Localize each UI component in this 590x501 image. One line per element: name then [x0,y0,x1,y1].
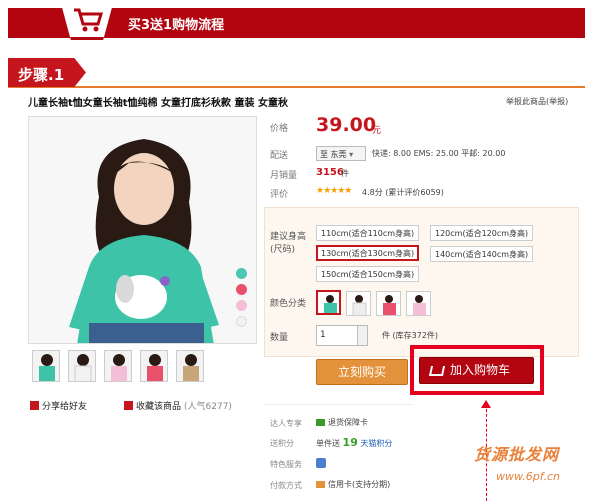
header-banner: 买3送1购物流程 [0,0,590,42]
product-title: 儿童长袖t恤女童长袖t恤纯棉 女童打底衫秋款 童装 女童秋 [28,98,289,109]
dot-white[interactable] [236,316,247,327]
watermark-url: www.6pf.cn [496,470,560,483]
rating-label: 评价 [270,190,289,200]
qty-unit: 件 [382,331,390,340]
sales-value: 3156 [316,167,344,178]
popularity-count: (人气6277) [184,402,232,412]
points-prefix: 单件送 [316,439,340,448]
size-sublabel: (尺码) [270,245,296,255]
rating-text[interactable]: 4.8分 (累计评价6059) [362,187,444,198]
sales-label: 月销量 [270,171,298,181]
shipping-destination-select[interactable]: 至 东莞 ▾ [316,146,366,161]
add-to-cart-label: 加入购物车 [450,363,511,377]
size-option-110[interactable]: 110cm(适合110cm身高) [316,225,420,241]
girl-photo [29,117,256,343]
step-divider [8,86,585,88]
quantity-input[interactable]: 1 [316,325,358,346]
services-divider [264,404,412,405]
cart-icon [428,365,446,376]
size-option-120[interactable]: 120cm(适合120cm身高) [430,225,534,241]
share-to-friend[interactable]: 分享给好友 [30,399,87,412]
shipping-destination: 至 东莞 [320,150,347,159]
color-option-teal[interactable] [316,290,341,315]
price-value: 39.00 [316,114,377,136]
expert-label: 达人专享 [270,419,302,428]
stock-info: 件 (库存372件) [382,330,438,341]
size-option-150[interactable]: 150cm(适合150cm身高) [316,266,420,282]
share-label: 分享给好友 [42,402,88,412]
points-value: 单件送 19 天猫积分 [316,436,392,449]
buy-now-button[interactable]: 立刻购买 [316,359,408,385]
special-service-icon[interactable] [316,458,329,469]
banner-title: 买3送1购物流程 [128,18,225,33]
qty-label: 数量 [270,333,289,343]
payment-value: 信用卡(支持分期) [316,479,390,490]
color-option-pink[interactable] [406,291,431,316]
thumbnail[interactable] [68,350,96,382]
dot-teal[interactable] [236,268,247,279]
payment-text: 信用卡(支持分期) [328,480,391,489]
stock-count: (库存372件) [392,331,439,340]
report-link[interactable]: 举报此商品(举报) [506,96,568,107]
size-option-140[interactable]: 140cm(适合140cm身高) [430,246,534,262]
main-product-image[interactable] [28,116,257,344]
dot-pink[interactable] [236,300,247,311]
thumbnail[interactable] [32,350,60,382]
payment-label: 付款方式 [270,481,302,490]
chevron-down-icon: ▾ [349,150,354,159]
price-unit: 元 [372,126,382,136]
size-option-130[interactable]: 130cm(适合130cm身高) [316,245,420,261]
step-label: 步骤.1 [18,66,65,84]
card-icon [316,419,325,426]
color-label: 颜色分类 [270,299,307,309]
thumbnail[interactable] [140,350,168,382]
quantity-stepper[interactable] [358,325,368,346]
shipping-label: 配送 [270,151,289,161]
thumbnail[interactable] [176,350,204,382]
rating-stars-icon: ★★★★★ [316,186,352,196]
expert-value: 退货保障卡 [316,417,368,428]
add-to-cart-button[interactable]: 加入购物车 [419,357,534,384]
thumbnail[interactable] [104,350,132,382]
color-option-red[interactable] [376,291,401,316]
credit-card-icon [316,481,325,488]
expert-text: 退货保障卡 [328,418,368,427]
dot-red[interactable] [236,284,247,295]
sales-unit: 件 [341,169,349,178]
points-label: 送积分 [270,439,294,448]
favorite-item[interactable]: 收藏该商品 (人气6277) [124,399,232,412]
shipping-fees: 快递: 8.00 EMS: 25.00 平邮: 20.00 [372,149,506,158]
price-label: 价格 [270,124,289,134]
special-service-label: 特色服务 [270,460,302,469]
points-number: 19 [342,436,358,449]
color-option-white[interactable] [346,291,371,316]
size-label: 建议身高 [270,232,307,242]
favorite-label: 收藏该商品 [136,402,182,412]
favorite-icon [124,401,133,410]
share-icon [30,401,39,410]
points-suffix[interactable]: 天猫积分 [360,439,392,448]
watermark-cn: 货源批发网 [474,445,560,464]
